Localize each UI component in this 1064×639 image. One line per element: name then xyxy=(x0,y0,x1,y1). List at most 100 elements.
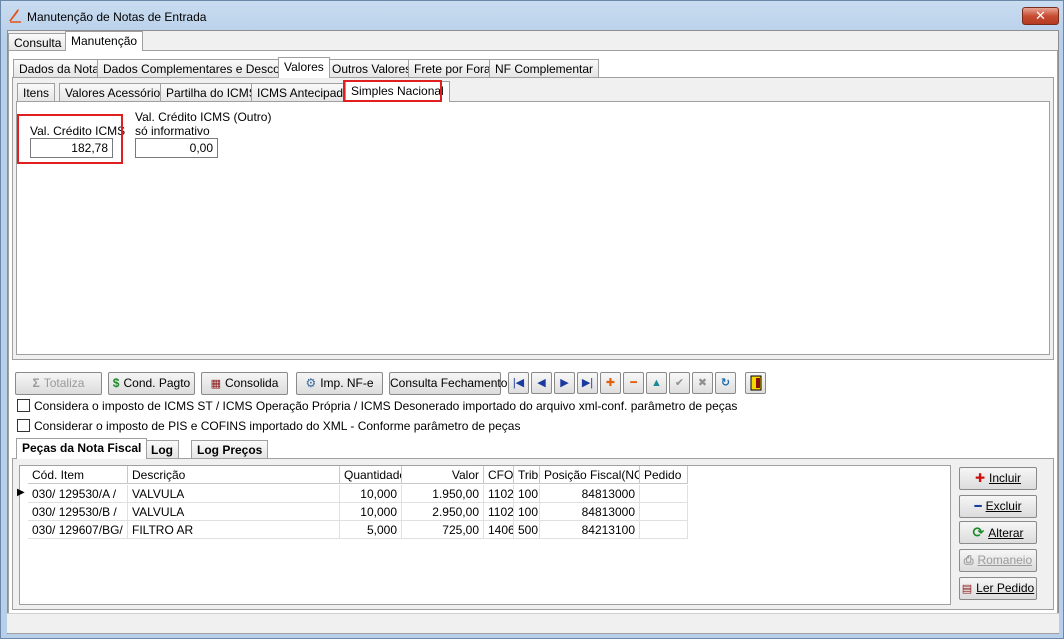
delete-record-icon[interactable]: ━ xyxy=(623,372,644,394)
table-row[interactable]: 84213100 xyxy=(540,521,640,539)
tab-itens[interactable]: Itens xyxy=(17,83,56,102)
highlight-box-field xyxy=(17,114,123,164)
column-header[interactable]: Trib. xyxy=(514,466,540,484)
dollar-icon: $ xyxy=(112,376,120,390)
tab-dados-complementares[interactable]: Dados Complementares e Desconto xyxy=(97,59,303,78)
tab-log[interactable]: Log xyxy=(145,440,179,459)
import-icon: ⚙ xyxy=(305,376,317,390)
consolida-label: Consolida xyxy=(225,376,279,390)
alterar-label: Alterar xyxy=(988,526,1024,540)
column-header[interactable]: Cód. Item xyxy=(28,466,128,484)
tab-outros-valores[interactable]: Outros Valores xyxy=(326,59,418,78)
pis-cofins-checkbox[interactable] xyxy=(17,419,30,432)
consolida-button[interactable]: ▦ Consolida xyxy=(201,372,288,395)
tab-pecas-nota-fiscal[interactable]: Peças da Nota Fiscal xyxy=(16,438,148,459)
incluir-button[interactable]: ✚ Incluir xyxy=(959,467,1037,490)
romaneio-button[interactable]: ⎙ Romaneio xyxy=(959,549,1037,572)
ler-pedido-label: Ler Pedido xyxy=(976,581,1035,595)
alterar-button[interactable]: ⟳ Alterar xyxy=(959,521,1037,544)
table-row[interactable]: 1102 xyxy=(484,503,514,521)
column-header[interactable]: Quantidade xyxy=(340,466,402,484)
tab-dados-da-nota[interactable]: Dados da Nota xyxy=(13,59,106,78)
insert-record-icon[interactable]: ✚ xyxy=(600,372,621,394)
table-row[interactable]: 1102 xyxy=(484,485,514,503)
imp-nfe-button[interactable]: ⚙ Imp. NF-e xyxy=(296,372,383,395)
excluir-label: Excluir xyxy=(985,499,1022,513)
tab-frete-por-fora[interactable]: Frete por Fora xyxy=(408,59,497,78)
column-header[interactable]: CFO xyxy=(484,466,514,484)
table-row[interactable]: 2.950,00 xyxy=(402,503,484,521)
highlight-box-tab xyxy=(343,80,442,102)
current-row-indicator-icon: ▶ xyxy=(17,487,25,498)
table-row[interactable]: VALVULA xyxy=(128,485,340,503)
printer-icon: ⎙ xyxy=(963,553,974,567)
table-row[interactable]: 5,000 xyxy=(340,521,402,539)
tab-valores-acessorios[interactable]: Valores Acessórios xyxy=(59,83,173,102)
icms-st-checkbox[interactable] xyxy=(17,399,30,412)
table-row[interactable] xyxy=(640,485,688,503)
title-bar[interactable]: Manutenção de Notas de Entrada ✕ xyxy=(1,1,1063,31)
items-grid[interactable]: Cód. Item Descrição Quantidade Valor CFO… xyxy=(17,465,951,605)
tab-nf-complementar[interactable]: NF Complementar xyxy=(489,59,600,78)
table-row[interactable]: VALVULA xyxy=(128,503,340,521)
status-bar xyxy=(7,613,1059,633)
credito-outro-label: Val. Crédito ICMS (Outro) xyxy=(135,110,272,124)
tab-icms-antecipado[interactable]: ICMS Antecipado xyxy=(251,83,356,102)
column-header[interactable]: Posição Fiscal(NCM) xyxy=(540,466,640,484)
incluir-label: Incluir xyxy=(989,471,1022,485)
table-row[interactable]: 1.950,00 xyxy=(402,485,484,503)
table-row[interactable]: 725,00 xyxy=(402,521,484,539)
cond-pagto-label: Cond. Pagto xyxy=(123,376,191,390)
post-record-icon[interactable]: ✔ xyxy=(669,372,690,394)
so-informativo-label: só informativo xyxy=(135,124,210,138)
table-row[interactable]: 030/ 129530/B / xyxy=(28,503,128,521)
close-button[interactable]: ✕ xyxy=(1022,7,1059,25)
credito-outro-field[interactable]: 0,00 xyxy=(135,138,218,158)
table-row[interactable]: 84813000 xyxy=(540,503,640,521)
table-row[interactable]: 10,000 xyxy=(340,503,402,521)
window-title: Manutenção de Notas de Entrada xyxy=(27,10,207,24)
table-row[interactable]: 10,000 xyxy=(340,485,402,503)
table-row[interactable]: 030/ 129607/BG/ xyxy=(28,521,128,539)
table-row[interactable] xyxy=(640,503,688,521)
sigma-icon: Σ xyxy=(32,376,40,390)
column-header[interactable]: Descrição xyxy=(128,466,340,484)
cancel-record-icon[interactable]: ✖ xyxy=(692,372,713,394)
tab-manutencao[interactable]: Manutenção xyxy=(65,31,144,51)
table-row[interactable]: FILTRO AR xyxy=(128,521,340,539)
tab-partilha-icms[interactable]: Partilha do ICMS xyxy=(160,83,263,102)
first-record-icon[interactable]: |◀ xyxy=(508,372,529,394)
column-header[interactable]: Valor xyxy=(402,466,484,484)
refresh-arrows-icon: ⟳ xyxy=(972,524,985,540)
table-row[interactable]: 84813000 xyxy=(540,485,640,503)
cond-pagto-button[interactable]: $ Cond. Pagto xyxy=(108,372,195,395)
table-row[interactable]: 030/ 129530/A / xyxy=(28,485,128,503)
last-record-icon[interactable]: ▶| xyxy=(577,372,598,394)
refresh-icon[interactable]: ↻ xyxy=(715,372,736,394)
imp-nfe-label: Imp. NF-e xyxy=(320,376,374,390)
totaliza-label: Totaliza xyxy=(43,376,85,390)
icms-st-label: Considera o imposto de ICMS ST / ICMS Op… xyxy=(34,399,738,413)
romaneio-label: Romaneio xyxy=(977,553,1033,567)
pis-cofins-label: Considerar o imposto de PIS e COFINS imp… xyxy=(34,419,521,433)
table-row[interactable]: 500 xyxy=(514,521,540,539)
plus-icon: ✚ xyxy=(974,471,986,485)
next-record-icon[interactable]: ▶ xyxy=(554,372,575,394)
table-row[interactable]: 100 xyxy=(514,485,540,503)
column-header[interactable]: Pedido xyxy=(640,466,688,484)
table-row[interactable]: 1406 xyxy=(484,521,514,539)
consulta-fechamento-button[interactable]: Consulta Fechamento xyxy=(389,372,507,395)
application-window: Manutenção de Notas de Entrada ✕ Consult… xyxy=(0,0,1064,639)
ler-pedido-button[interactable]: ▤ Ler Pedido xyxy=(959,577,1037,600)
app-logo-icon xyxy=(9,9,21,23)
table-row[interactable]: 100 xyxy=(514,503,540,521)
edit-record-icon[interactable]: ▲ xyxy=(646,372,667,394)
table-row[interactable] xyxy=(640,521,688,539)
previous-record-icon[interactable]: ◀ xyxy=(531,372,552,394)
totaliza-button[interactable]: Σ Totaliza xyxy=(15,372,102,395)
minus-icon: ━ xyxy=(974,499,982,513)
tab-log-precos[interactable]: Log Preços xyxy=(191,440,269,459)
exit-door-icon[interactable] xyxy=(745,372,766,394)
tab-valores[interactable]: Valores xyxy=(278,57,330,78)
excluir-button[interactable]: ━ Excluir xyxy=(959,495,1037,518)
